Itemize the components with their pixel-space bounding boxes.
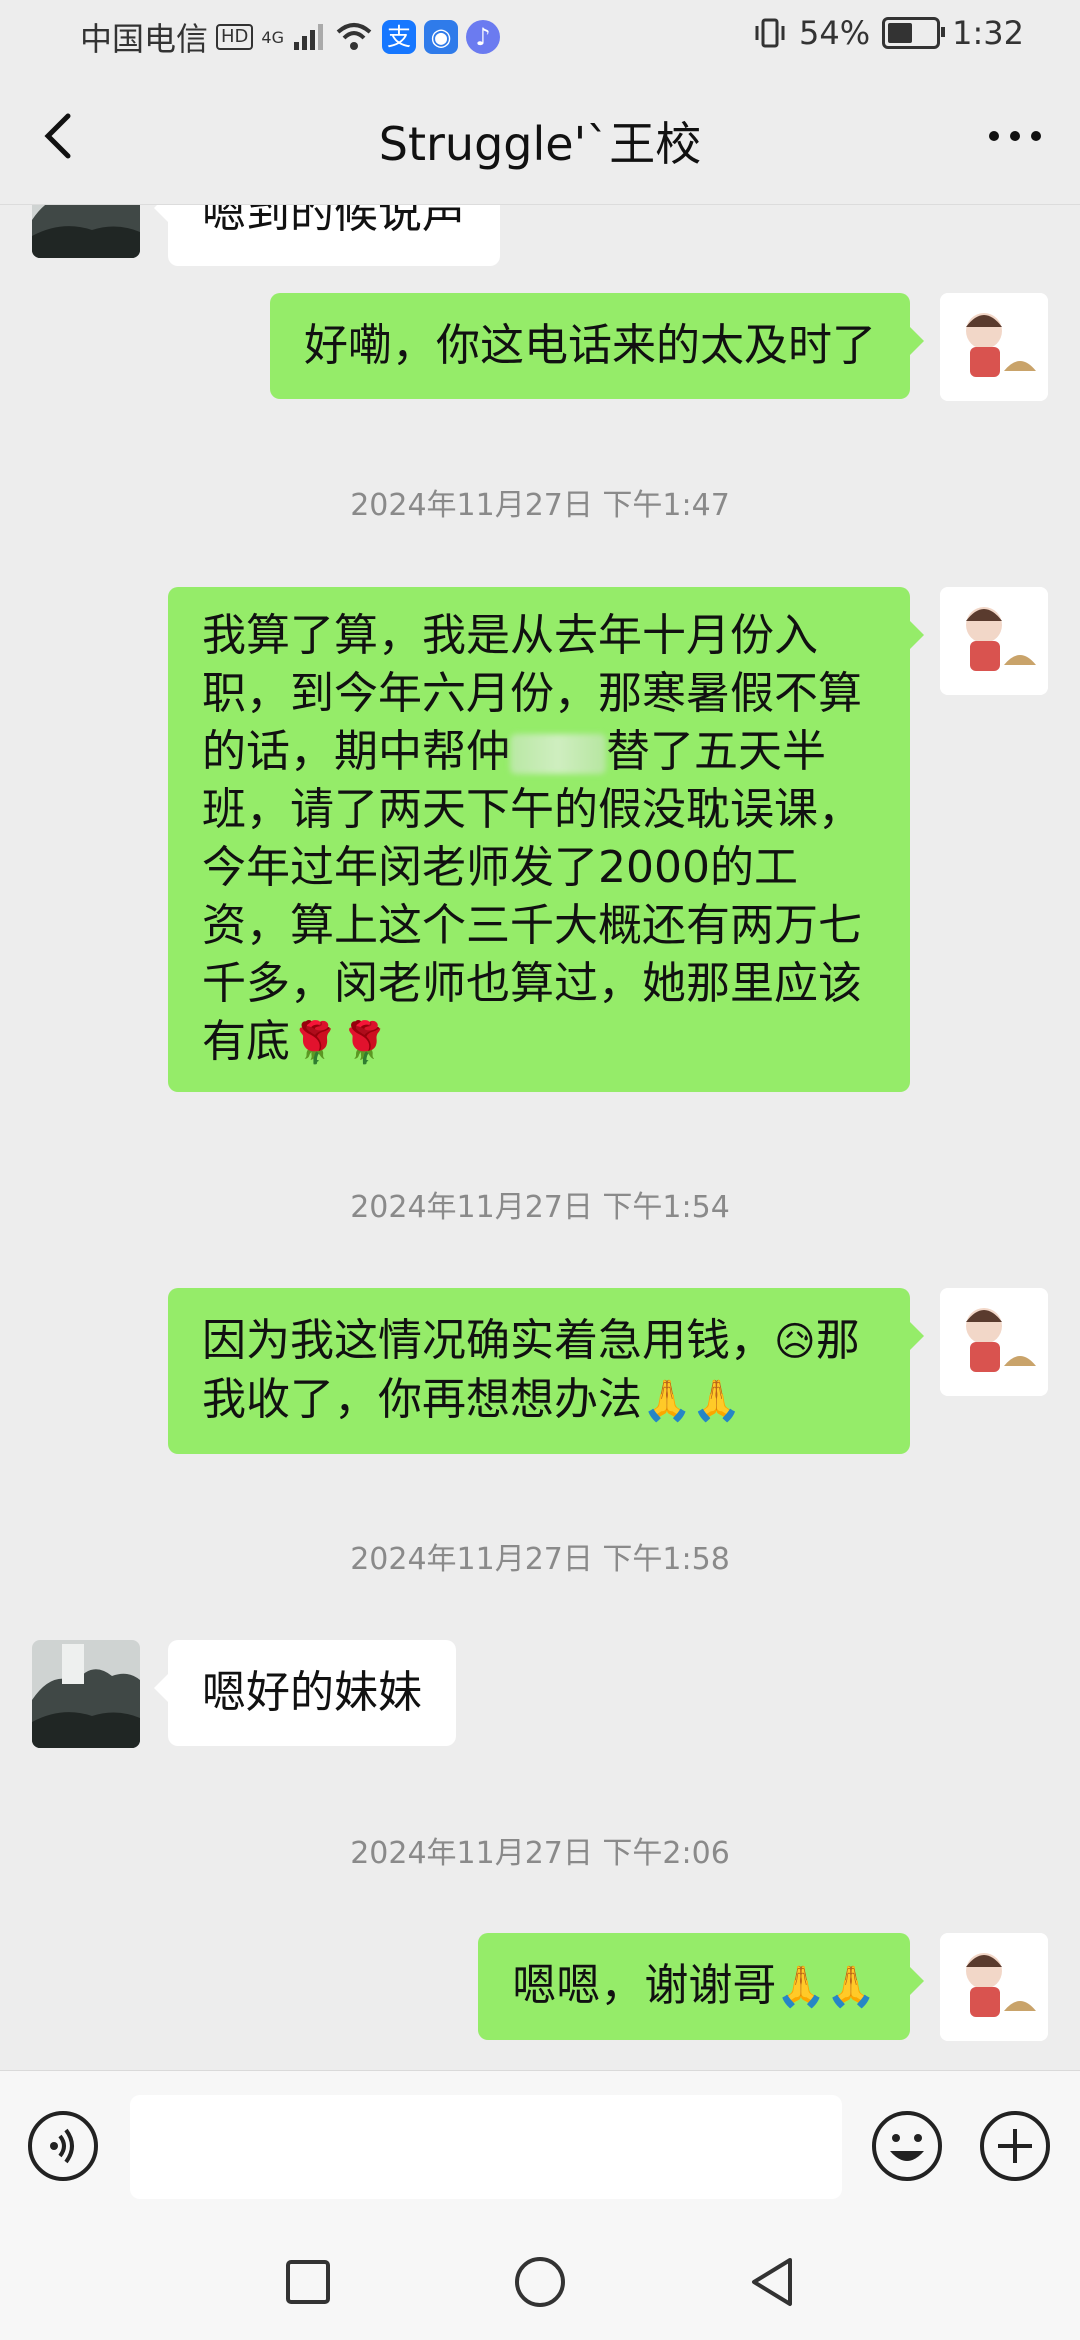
timestamp: 2024年11月27日 下午2:06: [350, 1836, 730, 1871]
message-input[interactable]: [130, 2095, 842, 2199]
message-bubble-outgoing[interactable]: 嗯嗯，谢谢哥🙏🙏: [478, 1933, 924, 2040]
chat-title: Struggle'`王校: [378, 117, 702, 171]
battery-icon: [882, 17, 946, 49]
rose-emoji: 🌹🌹: [290, 1020, 390, 1066]
chat-header: Struggle'`王校: [0, 72, 1080, 205]
sad-emoji: 😥: [774, 1319, 816, 1365]
my-avatar[interactable]: [940, 587, 1048, 695]
redacted-name: [510, 734, 606, 774]
contact-avatar[interactable]: [32, 1640, 140, 1748]
pray-emoji: 🙏🙏: [642, 1378, 742, 1424]
message-text: 嗯到的候说声: [202, 205, 466, 238]
hd-badge: HD: [216, 24, 254, 50]
message-bubble-outgoing[interactable]: 因为我这情况确实着急用钱，😥那我收了，你再想想办法🙏🙏: [168, 1288, 924, 1454]
contact-avatar[interactable]: [32, 205, 140, 258]
message-text-part1: 因为我这情况确实着急用钱，: [202, 1315, 774, 1366]
message-text-part2: 替了五天半班，请了两天下午的假没耽误课，今年过年闵老师发了2000的工资，算上这…: [202, 726, 862, 1067]
message-bubble-incoming[interactable]: 嗯到的候说声: [154, 205, 500, 266]
square-icon[interactable]: [278, 2252, 338, 2312]
message-bubble-outgoing[interactable]: 我算了算，我是从去年十月份入职，到今年六月份，那寒暑假不算的话，期中帮仲 替了五天…: [168, 587, 924, 1092]
plus-circle-icon[interactable]: [978, 2109, 1052, 2183]
triangle-back-icon[interactable]: [742, 2252, 802, 2312]
timestamp: 2024年11月27日 下午1:54: [350, 1190, 730, 1225]
bulb-app-icon: ◉: [424, 20, 458, 54]
message-text: 嗯好的妹妹: [202, 1667, 422, 1718]
emoji-face-icon[interactable]: [870, 2109, 944, 2183]
carrier-label: 中国电信: [80, 20, 209, 58]
circle-icon[interactable]: [510, 2252, 570, 2312]
battery-percent: 54%: [799, 14, 871, 52]
clock: 1:32: [952, 14, 1024, 52]
my-avatar[interactable]: [940, 1933, 1048, 2041]
message-text: 嗯嗯，谢谢哥: [512, 1960, 777, 2011]
network-label: 4G: [261, 27, 284, 47]
message-list[interactable]: 嗯到的候说声 好嘞，你这电话来的太及时了 2024年11月27日 下午1:47 …: [0, 205, 1080, 2070]
voice-icon[interactable]: [28, 2111, 98, 2181]
timestamp: 2024年11月27日 下午1:58: [350, 1542, 730, 1577]
timestamp: 2024年11月27日 下午1:47: [350, 488, 730, 523]
system-nav-bar: [0, 2226, 1080, 2340]
wifi-icon: [336, 23, 372, 50]
input-bar: [0, 2070, 1080, 2226]
signal-icon: [294, 24, 323, 50]
message-bubble-incoming[interactable]: 嗯好的妹妹: [154, 1640, 456, 1746]
my-avatar[interactable]: [940, 1288, 1048, 1396]
more-dots-icon[interactable]: [980, 106, 1050, 166]
alipay-icon: 支: [382, 20, 416, 54]
my-avatar[interactable]: [940, 293, 1048, 401]
pray-emoji: 🙏🙏: [776, 1964, 876, 2010]
message-bubble-outgoing[interactable]: 好嘞，你这电话来的太及时了: [270, 293, 924, 399]
music-app-icon: ♪: [466, 20, 500, 54]
status-bar: 中国电信 HD 4G 支 ◉ ♪ 54% 1:32: [0, 0, 1080, 72]
message-text: 好嘞，你这电话来的太及时了: [304, 320, 876, 371]
vibrate-icon: [755, 18, 785, 48]
